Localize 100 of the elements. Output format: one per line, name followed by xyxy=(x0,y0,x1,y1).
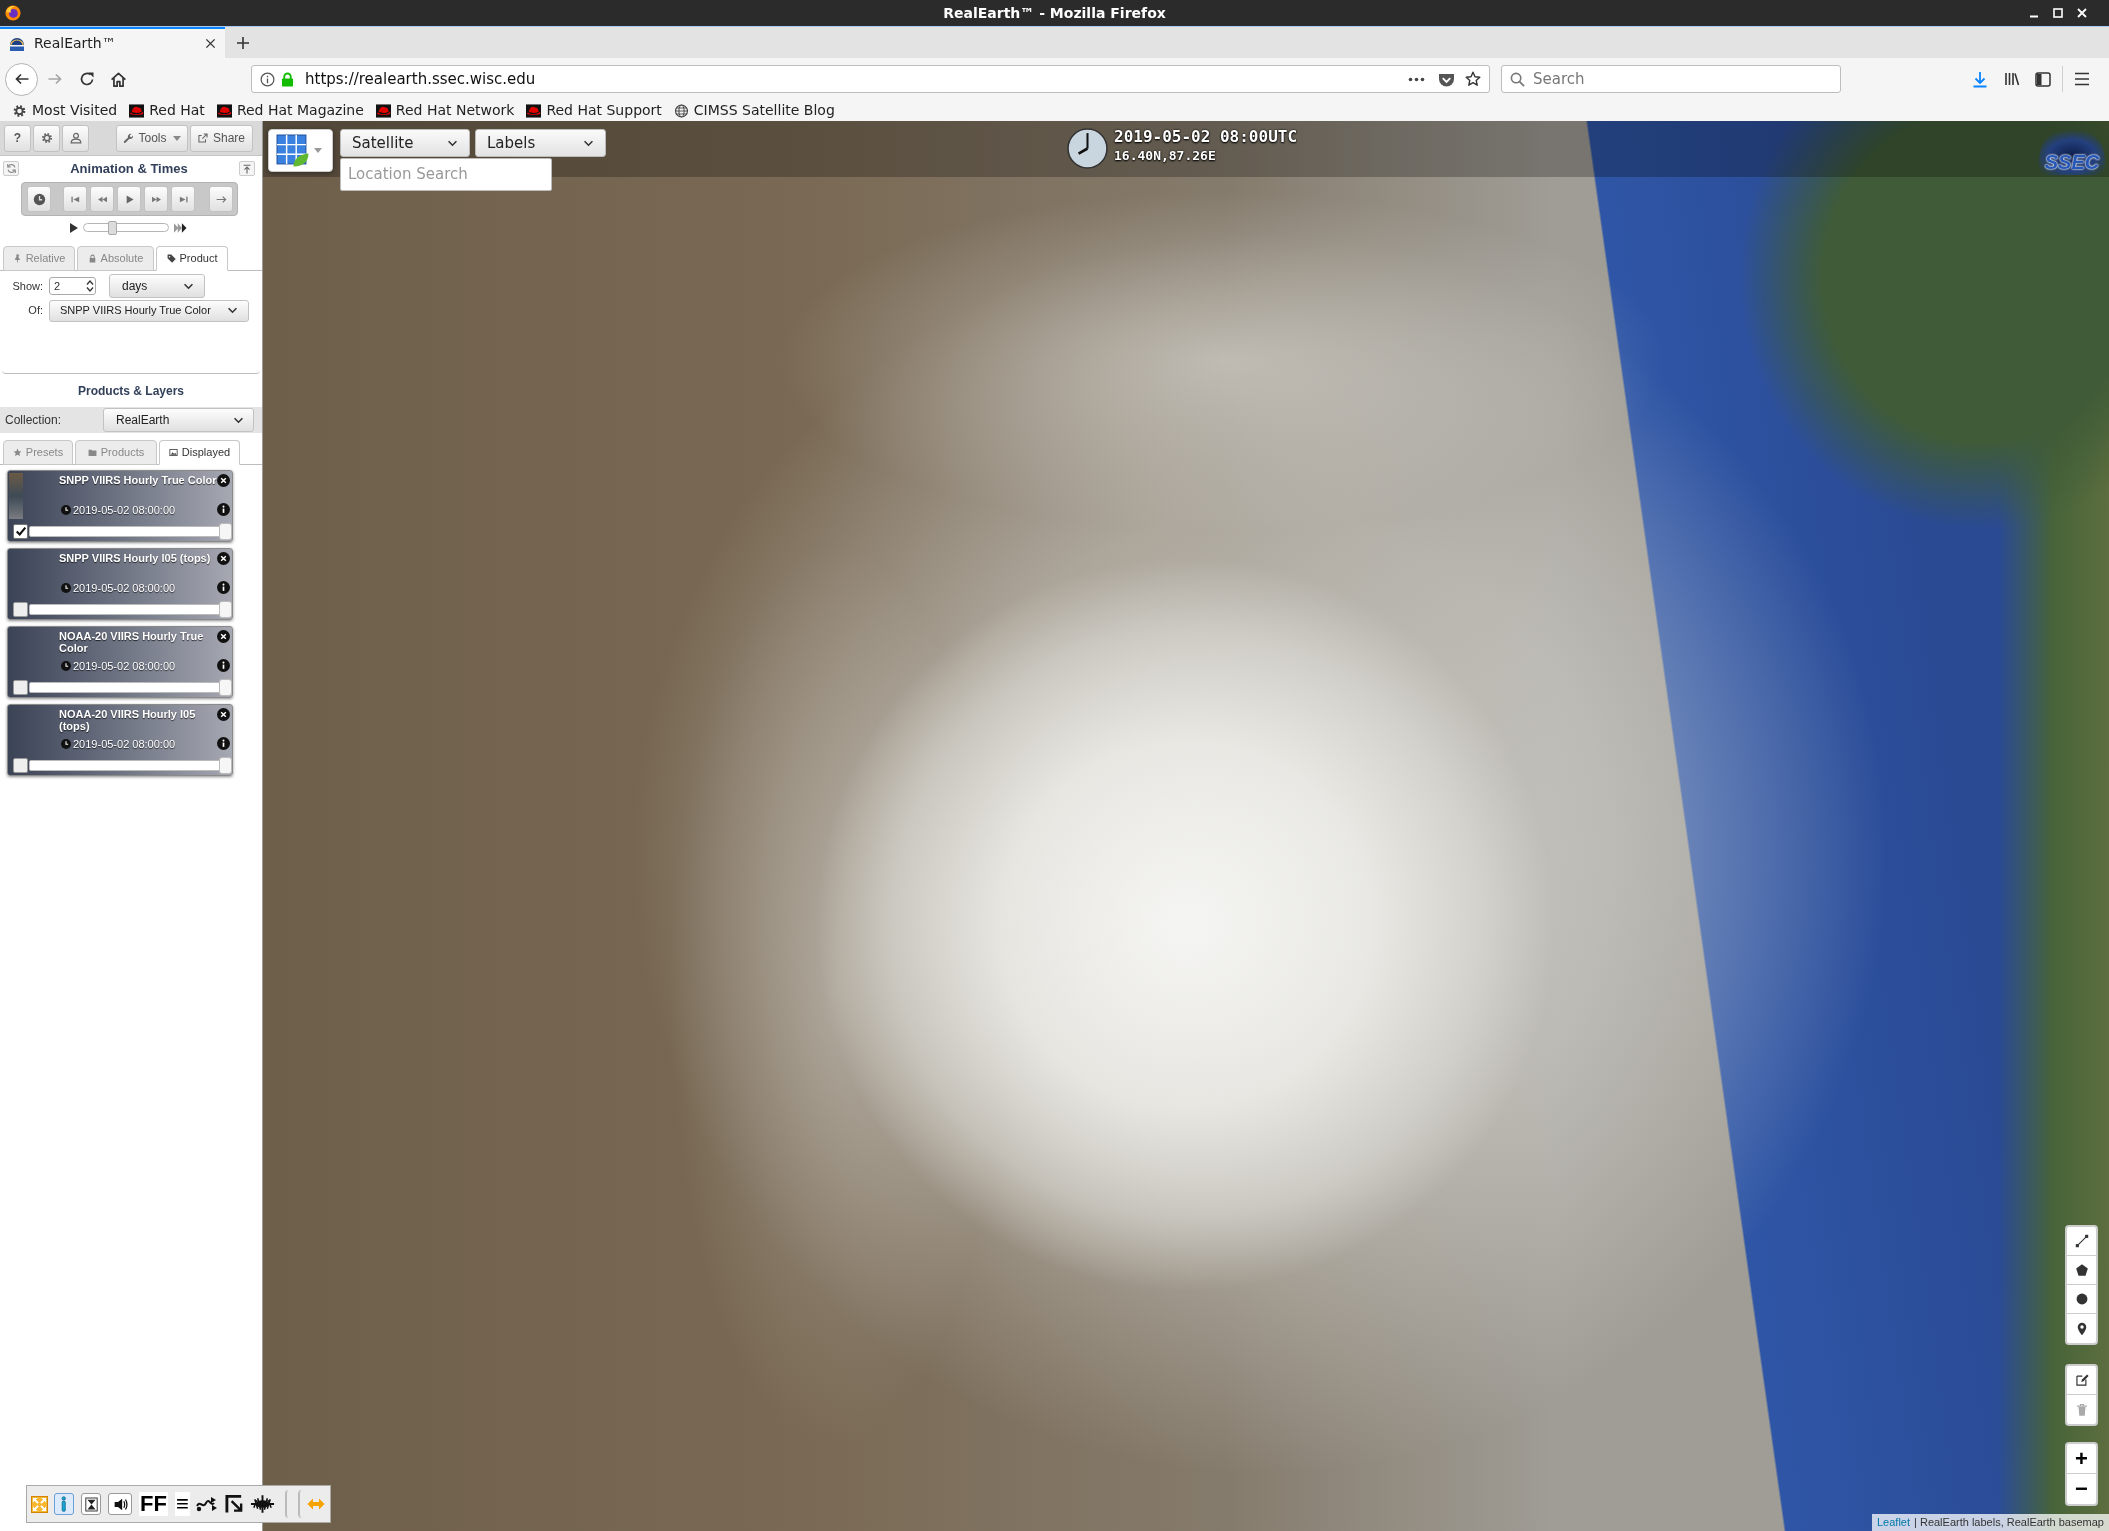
chevron-down-icon[interactable] xyxy=(86,286,94,293)
address-bar[interactable]: https://realearth.ssec.wisc.edu xyxy=(251,65,1490,93)
chevron-down-icon xyxy=(447,139,458,147)
fast-play-icon[interactable] xyxy=(174,223,187,233)
zoom-in-button[interactable]: + xyxy=(2067,1444,2096,1474)
font-button[interactable]: FF xyxy=(139,1492,168,1516)
info-icon[interactable] xyxy=(217,737,230,751)
close-icon[interactable] xyxy=(217,474,230,487)
sound-button[interactable] xyxy=(108,1493,132,1515)
hourglass-button[interactable] xyxy=(81,1493,101,1515)
download-arrow-icon[interactable] xyxy=(1972,70,1988,88)
corner-arrow-icon[interactable] xyxy=(224,1494,244,1514)
layer-time: 2019-05-02 08:00:00 xyxy=(73,736,177,752)
section-title: Products & Layers xyxy=(77,383,184,400)
slider-thumb[interactable] xyxy=(219,522,232,540)
lock-icon xyxy=(87,254,97,263)
more-dots-icon[interactable] xyxy=(1408,76,1425,82)
layer-checkbox[interactable] xyxy=(13,601,28,617)
last-frame-button[interactable] xyxy=(171,186,195,212)
close-icon[interactable] xyxy=(205,38,216,49)
back-button[interactable] xyxy=(5,62,38,96)
bookmark-item[interactable]: CIMSS Satellite Blog xyxy=(673,100,835,121)
slow-play-icon[interactable] xyxy=(70,223,78,233)
next-button[interactable] xyxy=(209,186,233,212)
clock-button[interactable] xyxy=(27,186,51,212)
spiky-icon[interactable] xyxy=(249,1494,275,1514)
layer-checkbox[interactable] xyxy=(13,523,28,539)
first-frame-button[interactable] xyxy=(63,186,87,212)
opacity-slider[interactable] xyxy=(29,678,232,696)
settings-button[interactable] xyxy=(33,124,60,152)
home-icon[interactable] xyxy=(110,70,127,88)
sync-button[interactable] xyxy=(3,161,19,176)
collection-dropdown[interactable]: RealEarth xyxy=(103,408,254,432)
slider-thumb[interactable] xyxy=(108,221,118,235)
tag-icon xyxy=(166,254,176,263)
product-dropdown[interactable]: SNPP VIIRS Hourly True Color xyxy=(49,299,249,322)
collapse-button[interactable] xyxy=(239,161,255,176)
layer-title: NOAA-20 VIIRS Hourly I05 (tops) xyxy=(59,708,197,732)
slider-thumb[interactable] xyxy=(219,600,232,618)
menu-icon[interactable] xyxy=(2074,72,2090,86)
bookmark-item[interactable]: Most Visited xyxy=(12,100,118,121)
user-icon xyxy=(69,132,82,144)
hat-icon xyxy=(526,103,542,118)
chevron-badge-icon[interactable] xyxy=(1438,71,1455,87)
layer-switcher-button[interactable] xyxy=(268,129,333,172)
basemap-dropdown[interactable]: Satellite xyxy=(340,129,470,157)
user-button[interactable] xyxy=(62,124,89,152)
arrow-left-icon xyxy=(13,71,30,87)
library-icon[interactable] xyxy=(2004,71,2020,87)
info-icon[interactable] xyxy=(217,659,230,673)
layer-checkbox[interactable] xyxy=(13,757,28,773)
new-tab-plus-icon[interactable] xyxy=(236,35,250,50)
hat-icon xyxy=(375,103,391,118)
star-icon[interactable] xyxy=(1465,71,1481,87)
layer-checkbox[interactable] xyxy=(13,679,28,695)
polyline-icon xyxy=(2074,1234,2089,1248)
info-icon[interactable] xyxy=(217,503,230,517)
menu-button[interactable]: ≡ xyxy=(174,1492,190,1516)
external-link-icon xyxy=(198,133,208,143)
caret-down-icon xyxy=(172,135,181,141)
info-button[interactable] xyxy=(54,1493,74,1515)
bookmark-item[interactable]: Red Hat Support xyxy=(526,100,662,121)
reload-icon[interactable] xyxy=(79,71,95,87)
opacity-slider[interactable] xyxy=(29,600,232,618)
slider-thumb[interactable] xyxy=(219,678,232,696)
speed-slider[interactable] xyxy=(83,221,169,235)
fullscreen-arrows-icon[interactable] xyxy=(31,1495,48,1513)
browser-logo-icon xyxy=(5,5,21,21)
share-button[interactable]: Share xyxy=(190,124,253,152)
tools-button[interactable]: Tools xyxy=(116,124,188,152)
close-icon[interactable] xyxy=(217,552,230,565)
chevron-up-icon[interactable] xyxy=(86,279,94,286)
squiggle-arrows-icon[interactable] xyxy=(194,1494,219,1514)
search-field[interactable]: Search xyxy=(1501,65,1841,93)
opacity-slider[interactable] xyxy=(29,522,232,540)
sidebar-icon[interactable] xyxy=(2035,71,2051,87)
zoom-out-button[interactable]: − xyxy=(2067,1474,2096,1504)
star-icon xyxy=(12,448,22,457)
layer-tab[interactable]: Displayed xyxy=(159,440,240,465)
bookmark-item[interactable]: Red Hat Network xyxy=(375,100,515,121)
slider-thumb[interactable] xyxy=(219,756,232,774)
bookmark-item[interactable]: Red Hat xyxy=(129,100,205,121)
unit-dropdown[interactable]: days xyxy=(109,274,205,298)
info-icon[interactable] xyxy=(217,581,230,595)
browser-tab[interactable]: RealEarth™ xyxy=(0,27,225,58)
step-forward-button[interactable] xyxy=(144,186,168,212)
close-icon[interactable] xyxy=(217,708,230,721)
site-favicon-icon xyxy=(9,35,25,52)
close-icon[interactable] xyxy=(217,630,230,643)
number-field[interactable]: 2 xyxy=(49,277,96,295)
play-button[interactable] xyxy=(117,186,141,212)
time-tab[interactable]: Product xyxy=(156,246,228,271)
opacity-slider[interactable] xyxy=(29,756,232,774)
bookmark-item[interactable]: Red Hat Magazine xyxy=(216,100,364,121)
image-icon xyxy=(168,448,178,457)
help-button[interactable]: ? xyxy=(4,124,31,152)
info-icon[interactable] xyxy=(260,71,275,87)
maximize-icon[interactable] xyxy=(2053,8,2063,18)
step-back-button[interactable] xyxy=(90,186,114,212)
labels-dropdown[interactable]: Labels xyxy=(475,129,606,157)
